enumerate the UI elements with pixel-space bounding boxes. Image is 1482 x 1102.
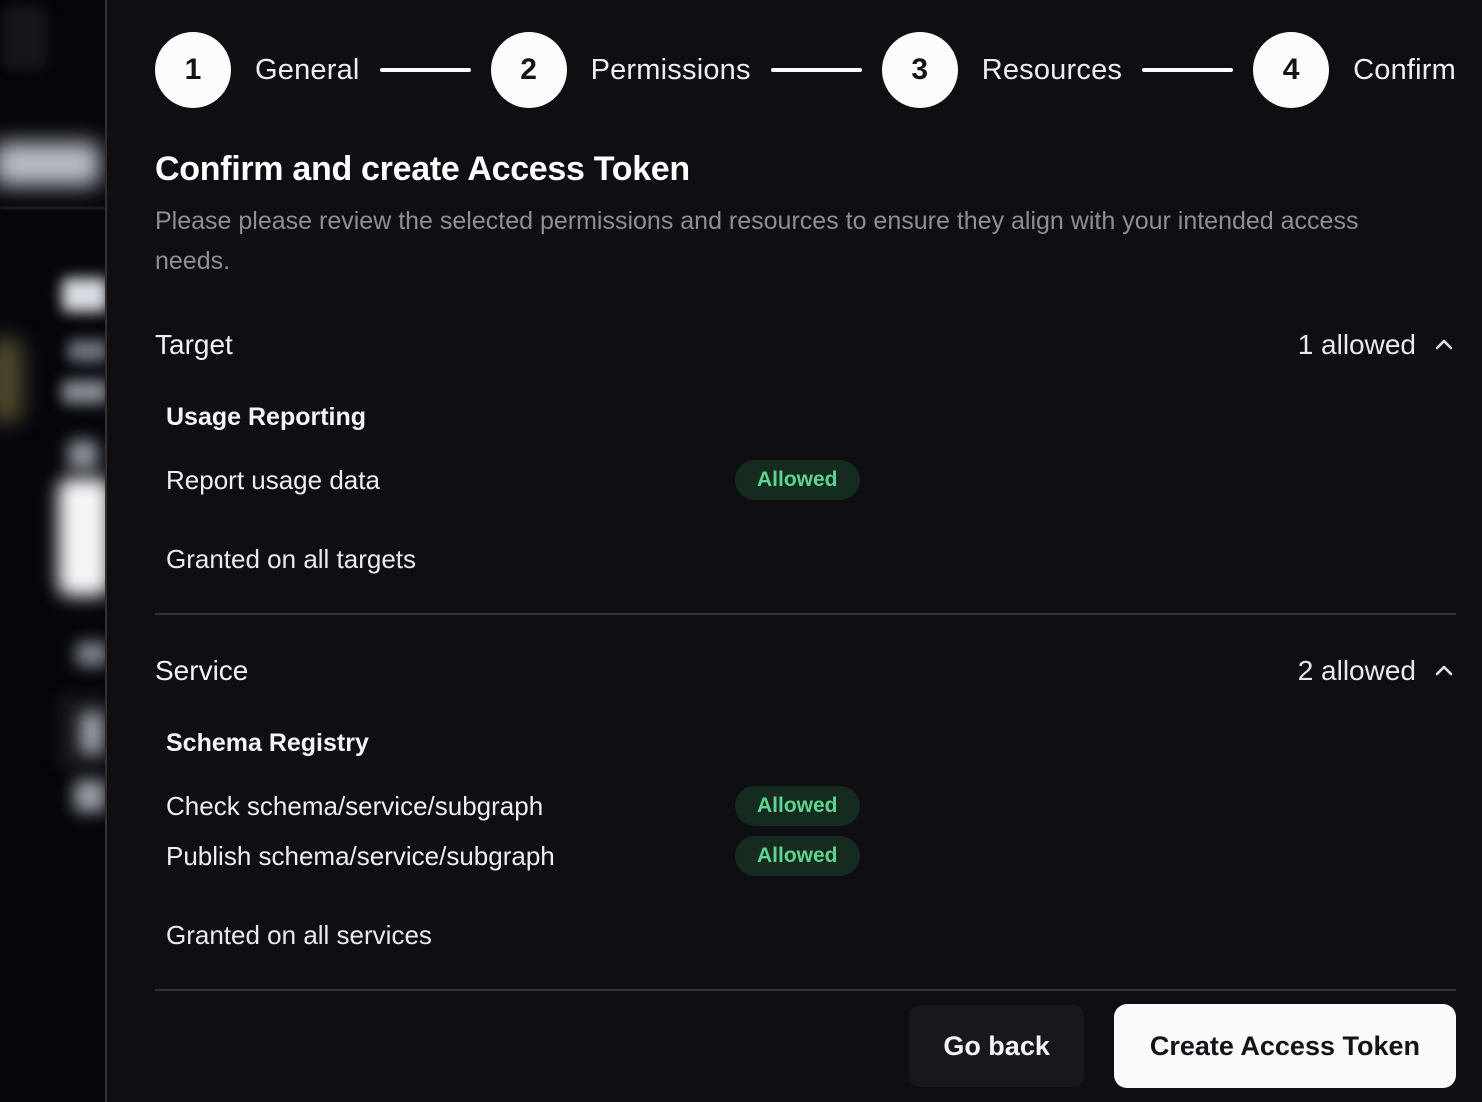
allowed-count: 1 allowed [1298, 329, 1416, 361]
step-resources: 3 Resources [882, 32, 1122, 108]
stepper-connector [1142, 68, 1233, 72]
step-label: Permissions [591, 54, 751, 87]
modal-footer: Go back Create Access Token [155, 1004, 1456, 1088]
permission-row: Publish schema/service/subgraph Allowed [166, 836, 1456, 876]
step-label: General [255, 54, 360, 87]
granted-note: Granted on all targets [166, 544, 1456, 575]
wizard-stepper: 1 General 2 Permissions 3 Resources 4 Co… [155, 32, 1456, 108]
section-title: Target [155, 329, 233, 361]
page-title: Confirm and create Access Token [155, 150, 1456, 189]
blurred-background-page [0, 0, 107, 1102]
section-header-target: Target 1 allowed [155, 329, 1456, 361]
target-collapse-button[interactable]: 1 allowed [1298, 329, 1456, 361]
status-badge: Allowed [735, 460, 860, 500]
step-general: 1 General [155, 32, 360, 108]
section-divider [155, 989, 1456, 991]
permission-label: Publish schema/service/subgraph [166, 841, 735, 872]
go-back-button[interactable]: Go back [909, 1005, 1084, 1087]
permission-label: Report usage data [166, 465, 735, 496]
permission-label: Check schema/service/subgraph [166, 791, 735, 822]
permission-row: Report usage data Allowed [166, 460, 1456, 500]
permission-group-title: Usage Reporting [166, 403, 1456, 432]
create-access-token-modal: 1 General 2 Permissions 3 Resources 4 Co… [105, 0, 1482, 1102]
permission-row: Check schema/service/subgraph Allowed [166, 786, 1456, 826]
page-description: Please please review the selected permis… [155, 201, 1387, 281]
status-badge: Allowed [735, 836, 860, 876]
blurred-text-line [62, 380, 107, 404]
chevron-up-icon [1432, 659, 1456, 683]
section-title: Service [155, 655, 248, 687]
stepper-connector [771, 68, 862, 72]
create-access-token-button[interactable]: Create Access Token [1114, 1004, 1456, 1088]
status-badge: Allowed [735, 786, 860, 826]
blurred-text-line [74, 780, 106, 812]
blurred-nav-item [0, 142, 100, 186]
blurred-text-line [76, 642, 107, 666]
step-number-badge: 4 [1253, 32, 1329, 108]
step-permissions: 2 Permissions [491, 32, 751, 108]
blurred-logo [2, 6, 48, 70]
step-number-badge: 2 [491, 32, 567, 108]
blurred-white-card [58, 478, 107, 596]
allowed-count: 2 allowed [1298, 655, 1416, 687]
granted-note: Granted on all services [166, 920, 1456, 951]
blurred-text-line [68, 340, 107, 362]
chevron-up-icon [1432, 333, 1456, 357]
section-header-service: Service 2 allowed [155, 655, 1456, 687]
step-confirm: 4 Confirm [1253, 32, 1456, 108]
step-number-badge: 1 [155, 32, 231, 108]
blurred-sidebar-divider [0, 207, 107, 209]
blurred-page-heading [62, 278, 107, 312]
permission-group-title: Schema Registry [166, 729, 1456, 758]
step-label: Resources [982, 54, 1122, 87]
blurred-icon [68, 440, 98, 470]
blurred-accent-shape [0, 338, 22, 422]
section-divider [155, 613, 1456, 615]
step-label: Confirm [1353, 54, 1456, 87]
blurred-text-line [80, 712, 104, 754]
stepper-connector [380, 68, 471, 72]
step-number-badge: 3 [882, 32, 958, 108]
service-collapse-button[interactable]: 2 allowed [1298, 655, 1456, 687]
